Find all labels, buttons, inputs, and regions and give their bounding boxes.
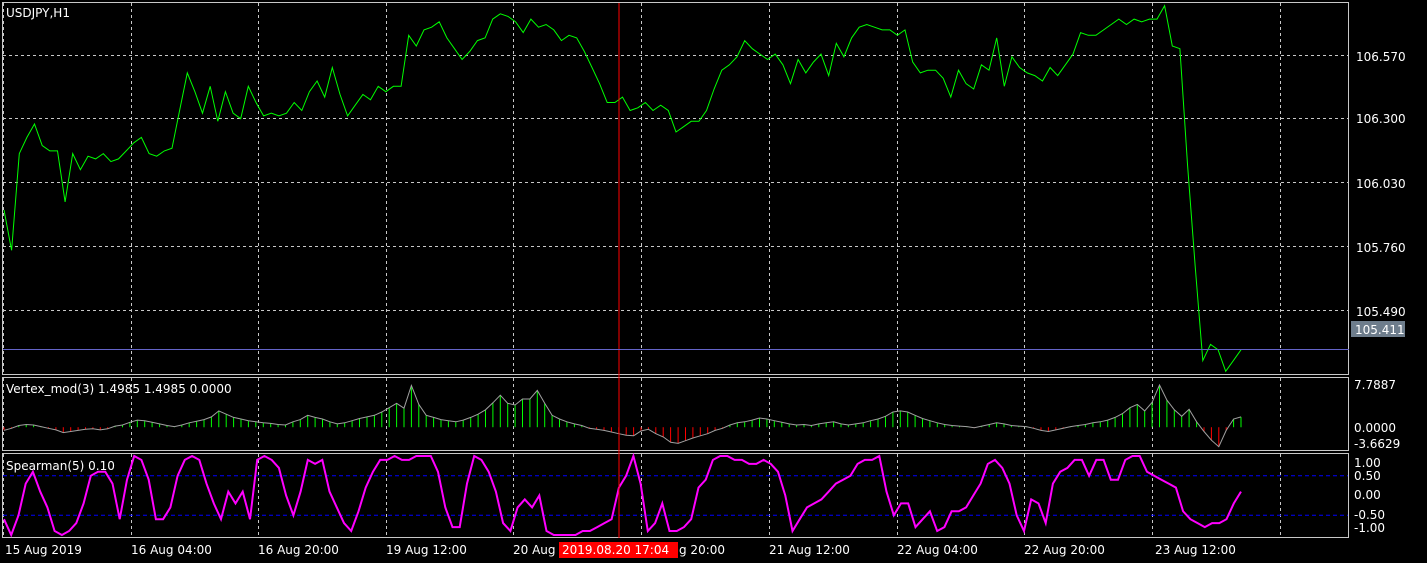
spearman-label: Spearman(5) 0.10 xyxy=(6,459,115,473)
chart-window[interactable]: USDJPY,H1 Vertex_mod(3) 1.4985 1.4985 0.… xyxy=(0,0,1427,563)
price-tick: 105.490 xyxy=(1356,305,1406,319)
vertex-tick: 0.0000 xyxy=(1354,421,1396,435)
vertex-label: Vertex_mod(3) 1.4985 1.4985 0.0000 xyxy=(6,382,232,396)
price-tick: 106.300 xyxy=(1356,112,1406,126)
price-tick: 106.030 xyxy=(1356,177,1406,191)
time-label: 22 Aug 20:00 xyxy=(1024,543,1105,557)
chart-background xyxy=(0,0,1427,563)
time-label: 20 Aug xyxy=(513,543,556,557)
symbol-label: USDJPY,H1 xyxy=(6,6,70,20)
price-tick: 106.570 xyxy=(1356,50,1406,64)
vertex-tick: -3.6629 xyxy=(1354,437,1400,451)
spearman-tick: -1.00 xyxy=(1354,521,1385,535)
spearman-axis: 1.00 0.50 0.00 -0.50 -1.00 xyxy=(1354,456,1385,535)
spearman-tick: 1.00 xyxy=(1354,456,1381,470)
price-tick: 105.760 xyxy=(1356,241,1406,255)
time-label: g 20:00 xyxy=(679,543,725,557)
time-label: 21 Aug 12:00 xyxy=(769,543,850,557)
time-label: 16 Aug 04:00 xyxy=(131,543,212,557)
spearman-tick: -0.50 xyxy=(1354,508,1385,522)
spearman-tick: 0.00 xyxy=(1354,488,1381,502)
spearman-tick: 0.50 xyxy=(1354,469,1381,483)
time-label: 15 Aug 2019 xyxy=(5,543,82,557)
time-axis: 15 Aug 2019 16 Aug 04:00 16 Aug 20:00 19… xyxy=(5,542,1236,558)
time-label: 22 Aug 04:00 xyxy=(897,543,978,557)
time-label: 19 Aug 12:00 xyxy=(386,543,467,557)
time-label: 23 Aug 12:00 xyxy=(1155,543,1236,557)
time-label: 16 Aug 20:00 xyxy=(258,543,339,557)
vertex-tick: 7.7887 xyxy=(1354,378,1396,392)
current-price-value: 105.411 xyxy=(1355,323,1405,337)
crosshair-time: 2019.08.20 17:04 xyxy=(562,543,669,557)
